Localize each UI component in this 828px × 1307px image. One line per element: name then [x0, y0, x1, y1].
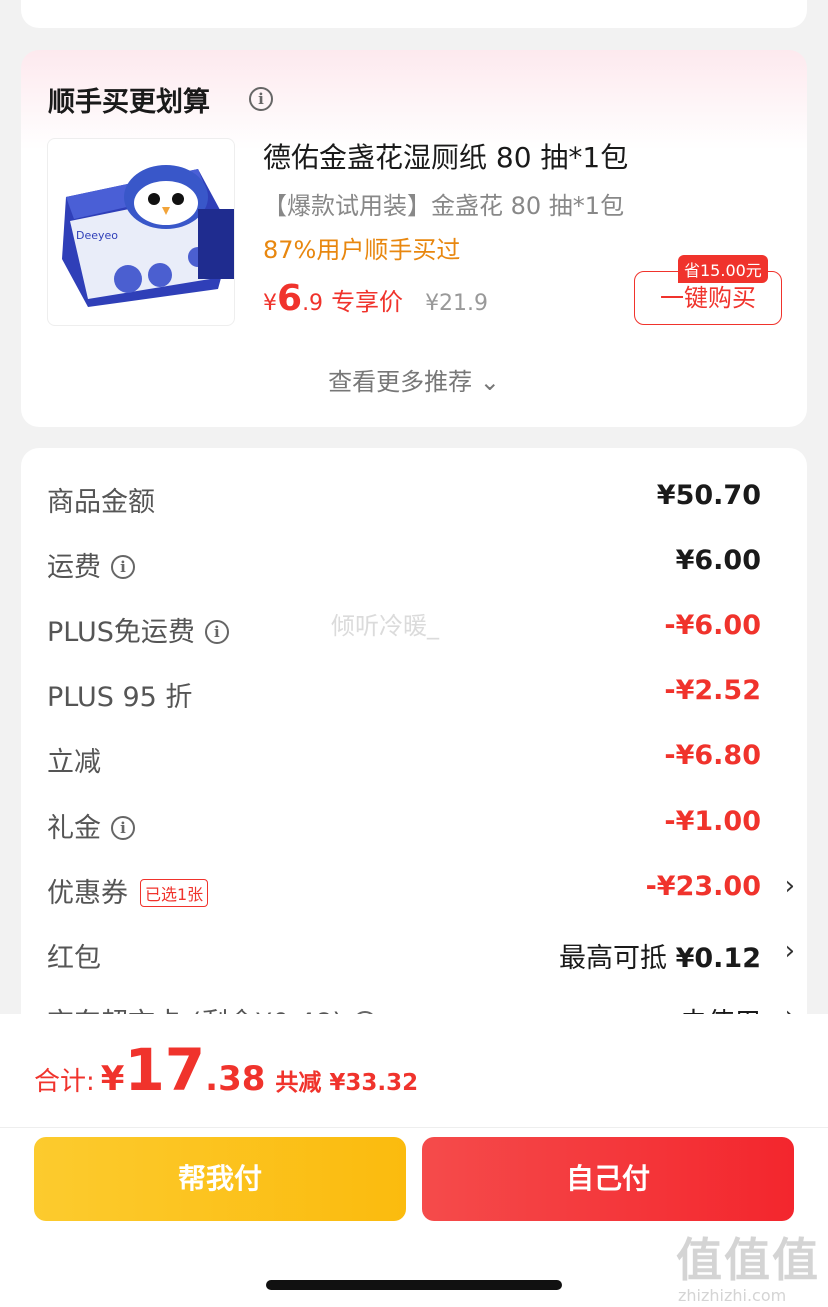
summary-row-red-packet[interactable]: 红包 最高可抵 ¥0.12 ›	[47, 936, 795, 976]
row-value-prefix: 最高可抵	[559, 943, 667, 974]
chevron-right-icon[interactable]: ›	[785, 871, 795, 901]
row-label: 优惠券	[47, 878, 128, 909]
product-purchase-stat: 87%用户顺手买过	[263, 236, 461, 264]
home-indicator[interactable]	[266, 1280, 562, 1290]
info-icon[interactable]: i	[249, 87, 273, 111]
price-decimal: .9	[302, 291, 324, 316]
help-me-pay-button[interactable]: 帮我付	[34, 1137, 406, 1221]
divider	[0, 1127, 828, 1128]
row-label: 运费	[47, 552, 101, 583]
pay-myself-button[interactable]: 自己付	[422, 1137, 794, 1221]
price-integer: 6	[277, 278, 303, 319]
summary-row-instant-discount: 立减 -¥6.80	[47, 740, 787, 780]
row-value: -¥23.00	[645, 871, 761, 902]
previous-card	[21, 0, 807, 28]
save-badge: 省15.00元	[678, 255, 768, 283]
product-subtitle: 【爆款试用装】金盏花 80 抽*1包	[263, 192, 625, 220]
chevron-right-icon[interactable]: ›	[785, 936, 795, 966]
row-label: PLUS 95 折	[47, 682, 193, 713]
summary-row-gift-money: 礼金 i -¥1.00	[47, 806, 787, 846]
row-value: ¥6.00	[675, 545, 761, 576]
info-icon[interactable]: i	[111, 554, 135, 579]
price-tag: 专享价	[331, 288, 404, 316]
chevron-down-icon: ⌄	[479, 368, 500, 396]
site-logo: 值值值 zhizhizhi.com	[676, 1224, 820, 1305]
total-decimal: .38	[205, 1059, 266, 1099]
recommend-card: 顺手买更划算 i Deeyeo 德佑金盏花湿厕纸 80 抽*1包 【爆款试用装】…	[21, 50, 807, 427]
product-name[interactable]: 德佑金盏花湿厕纸 80 抽*1包	[263, 136, 628, 176]
product-price: ¥6.9 专享价 ¥21.9	[263, 278, 488, 319]
info-icon[interactable]: i	[111, 815, 135, 840]
total-integer: 17	[124, 1036, 206, 1104]
total-label: 合计:	[34, 1067, 95, 1097]
row-value: -¥2.52	[664, 675, 761, 706]
row-value: -¥6.80	[664, 740, 761, 771]
order-summary-card: 商品金额 ¥50.70 运费 i ¥6.00 PLUS免运费 i -¥6.00 PL…	[21, 448, 807, 1068]
order-total: 合计: ¥17.38 共减 ¥33.32	[34, 1036, 418, 1104]
total-saved: 共减 ¥33.32	[275, 1070, 419, 1096]
original-price: ¥21.9	[425, 291, 489, 316]
site-logo-glyphs: 值值值	[676, 1233, 820, 1287]
user-watermark: 倾听冷暖_	[331, 612, 439, 640]
recommend-title: 顺手买更划算	[48, 87, 210, 118]
row-value: -¥6.00	[664, 610, 761, 641]
summary-row-plus-discount: PLUS 95 折 -¥2.52	[47, 675, 787, 715]
coupon-selected-badge: 已选1张	[140, 878, 209, 907]
row-label: 立减	[47, 747, 101, 778]
row-label: 红包	[47, 943, 101, 974]
row-value-amount: ¥0.12	[675, 943, 761, 974]
svg-text:Deeyeo: Deeyeo	[76, 229, 118, 242]
row-value: ¥50.70	[656, 480, 761, 511]
checkout-bar: 合计: ¥17.38 共减 ¥33.32 帮我付 自己付 值值值 zhizhizhi…	[0, 1014, 828, 1307]
row-value: 最高可抵 ¥0.12	[559, 936, 761, 975]
total-currency: ¥	[100, 1059, 125, 1099]
row-label: 礼金	[47, 813, 101, 844]
product-thumbnail[interactable]: Deeyeo	[47, 138, 235, 326]
summary-row-shipping: 运费 i ¥6.00	[47, 545, 787, 585]
more-recommendations-link[interactable]: 查看更多推荐 ⌄	[21, 362, 807, 397]
summary-row-coupon[interactable]: 优惠券 已选1张 -¥23.00 ›	[47, 871, 795, 911]
wipes-package-image: Deeyeo	[62, 165, 234, 307]
summary-row-goods-amount: 商品金额 ¥50.70	[47, 480, 787, 520]
row-label: PLUS免运费	[47, 617, 195, 648]
row-label: 商品金额	[47, 487, 155, 518]
more-recommendations-label: 查看更多推荐	[328, 368, 473, 396]
price-currency: ¥	[263, 291, 277, 316]
row-value: -¥1.00	[664, 806, 761, 837]
info-icon[interactable]: i	[204, 619, 229, 644]
